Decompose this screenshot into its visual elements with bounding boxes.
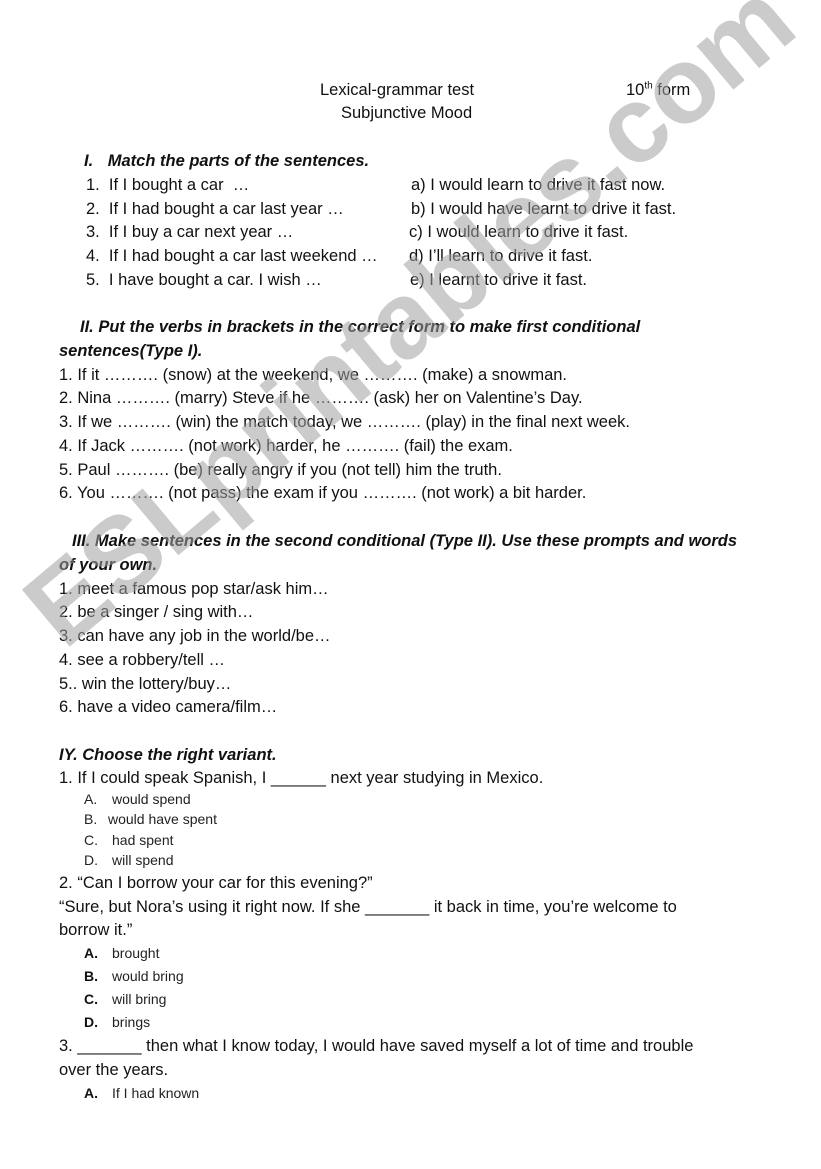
option-letter: C.: [84, 991, 98, 1007]
form-word: form: [657, 81, 691, 99]
question2-line: “Sure, but Nora’s using it right now. If…: [59, 898, 677, 916]
option-letter: B.: [84, 968, 98, 984]
section2-heading-cont: sentences(Type I).: [59, 342, 203, 360]
form-suffix: th: [644, 80, 653, 92]
question3-option: A. If I had known: [84, 1084, 199, 1102]
option-text: had spent: [112, 832, 174, 848]
section3-heading: III. Make sentences in the second condit…: [72, 532, 738, 550]
exercise3-item: 5.. win the lottery/buy…: [59, 675, 232, 693]
exercise2-item: 5. Paul ………. (be) really angry if you (n…: [59, 461, 502, 479]
option-text: will spend: [112, 852, 174, 868]
option-letter: D.: [84, 1014, 98, 1030]
match-left-item: 5. I have bought a car. I wish …: [86, 271, 322, 289]
match-right-item: a) I would learn to drive it fast now.: [411, 176, 666, 194]
match-left-item: 2. If I had bought a car last year …: [86, 200, 344, 218]
option-letter: A.: [84, 945, 98, 961]
exercise3-item: 2. be a singer / sing with…: [59, 603, 254, 621]
question1-option: C. had spent: [84, 831, 174, 849]
section3-heading-cont: of your own.: [59, 556, 158, 574]
exercise3-item: 4. see a robbery/tell …: [59, 651, 225, 669]
question3-line: over the years.: [59, 1061, 169, 1079]
exercise2-item: 4. If Jack ………. (not work) harder, he ………: [59, 437, 513, 455]
match-left-item: 4. If I had bought a car last weekend …: [86, 247, 378, 265]
question2-option: C. will bring: [84, 990, 166, 1008]
section2-heading: II. Put the verbs in brackets in the cor…: [80, 318, 641, 336]
option-letter: D.: [84, 852, 98, 868]
exercise2-item: 2. Nina ………. (marry) Steve if he ………. (a…: [59, 389, 583, 407]
exercise3-item: 6. have a video camera/film…: [59, 698, 278, 716]
question1-text: 1. If I could speak Spanish, I ______ ne…: [59, 769, 544, 787]
question2-line: 2. “Can I borrow your car for this eveni…: [59, 874, 373, 892]
match-right-item: b) I would have learnt to drive it fast.: [411, 200, 677, 218]
question1-option: B. would have spent: [84, 810, 217, 828]
form-label: 10th form: [626, 80, 690, 100]
option-letter: B.: [84, 811, 98, 827]
section4-heading: IY. Choose the right variant.: [59, 746, 277, 764]
option-letter: A.: [84, 791, 98, 807]
option-text: brought: [112, 945, 160, 961]
option-text: brings: [112, 1014, 151, 1030]
option-text: would spend: [112, 791, 191, 807]
section1-number: I.: [84, 152, 94, 170]
question2-option: A. brought: [84, 944, 159, 962]
question2-option: B. would bring: [84, 967, 184, 985]
worksheet-page: Lexical-grammar test Subjunctive Mood 10…: [0, 0, 821, 1169]
section1-heading: I. Match the parts of the sentences.: [84, 151, 369, 171]
exercise3-item: 1. meet a famous pop star/ask him…: [59, 580, 329, 598]
question2-line: borrow it.”: [59, 921, 133, 939]
section1-heading-text: Match the parts of the sentences.: [107, 152, 370, 170]
test-title: Lexical-grammar test: [320, 81, 475, 99]
match-right-item: c) I would learn to drive it fast.: [409, 223, 629, 241]
question1-option: A. would spend: [84, 790, 191, 808]
question3-line: 3. _______ then what I know today, I wou…: [59, 1037, 694, 1055]
exercise2-item: 3. If we ………. (win) the match today, we …: [59, 413, 630, 431]
option-text: If I had known: [112, 1085, 200, 1101]
option-text: will bring: [112, 991, 167, 1007]
match-left-item: 1. If I bought a car …: [86, 176, 250, 194]
exercise2-item: 6. You ………. (not pass) the exam if you ……: [59, 484, 587, 502]
question1-option: D. will spend: [84, 851, 173, 869]
option-letter: A.: [84, 1085, 98, 1101]
exercise2-item: 1. If it ………. (snow) at the weekend, we …: [59, 366, 568, 384]
match-right-item: e) I learnt to drive it fast.: [410, 271, 587, 289]
exercise3-item: 3. can have any job in the world/be…: [59, 627, 331, 645]
option-text: would bring: [112, 968, 184, 984]
question2-option: D. brings: [84, 1013, 150, 1031]
match-right-item: d) I’ll learn to drive it fast.: [409, 247, 593, 265]
match-left-item: 3. If I buy a car next year …: [86, 223, 294, 241]
form-number: 10: [626, 81, 645, 99]
option-text: would have spent: [108, 811, 217, 827]
test-subtitle: Subjunctive Mood: [341, 104, 473, 122]
option-letter: C.: [84, 832, 98, 848]
